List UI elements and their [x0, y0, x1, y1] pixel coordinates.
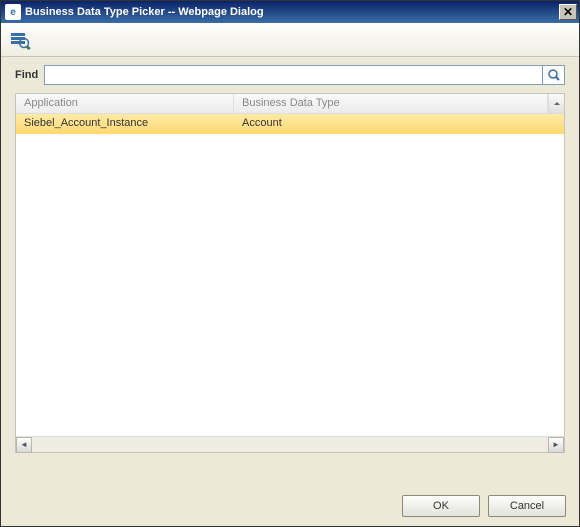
search-icon — [547, 68, 561, 82]
close-icon: ✕ — [563, 5, 573, 19]
ok-button[interactable]: OK — [402, 495, 480, 517]
scroll-right-button[interactable]: ► — [548, 437, 564, 453]
browse-button[interactable] — [7, 27, 35, 53]
scroll-left-button[interactable]: ◄ — [16, 437, 32, 453]
titlebar: e Business Data Type Picker -- Webpage D… — [1, 1, 579, 23]
browse-icon — [10, 30, 32, 50]
find-input[interactable] — [44, 65, 543, 85]
find-bar: Find — [15, 65, 565, 85]
find-button[interactable] — [543, 65, 565, 85]
cancel-button[interactable]: Cancel — [488, 495, 566, 517]
app-icon: e — [5, 4, 21, 20]
chevron-left-icon: ◄ — [20, 440, 28, 449]
chevron-up-icon — [553, 100, 561, 108]
column-header-application[interactable]: Application — [16, 94, 234, 113]
scroll-up-button[interactable] — [548, 94, 564, 113]
toolbar — [1, 23, 579, 57]
dialog-buttons: OK Cancel — [402, 495, 566, 517]
table-row[interactable]: Siebel_Account_Instance Account — [16, 114, 564, 134]
chevron-right-icon: ► — [552, 440, 560, 449]
list-body[interactable]: Siebel_Account_Instance Account — [16, 114, 564, 436]
results-list: Application Business Data Type Siebel_Ac… — [15, 93, 565, 453]
column-header-bdt[interactable]: Business Data Type — [234, 94, 548, 113]
titlebar-text: Business Data Type Picker -- Webpage Dia… — [25, 6, 559, 18]
find-label: Find — [15, 69, 38, 81]
cell-application: Siebel_Account_Instance — [16, 114, 234, 134]
close-button[interactable]: ✕ — [559, 4, 577, 20]
cell-bdt: Account — [234, 114, 564, 134]
list-header: Application Business Data Type — [16, 94, 564, 114]
horizontal-scrollbar: ◄ ► — [16, 436, 564, 452]
